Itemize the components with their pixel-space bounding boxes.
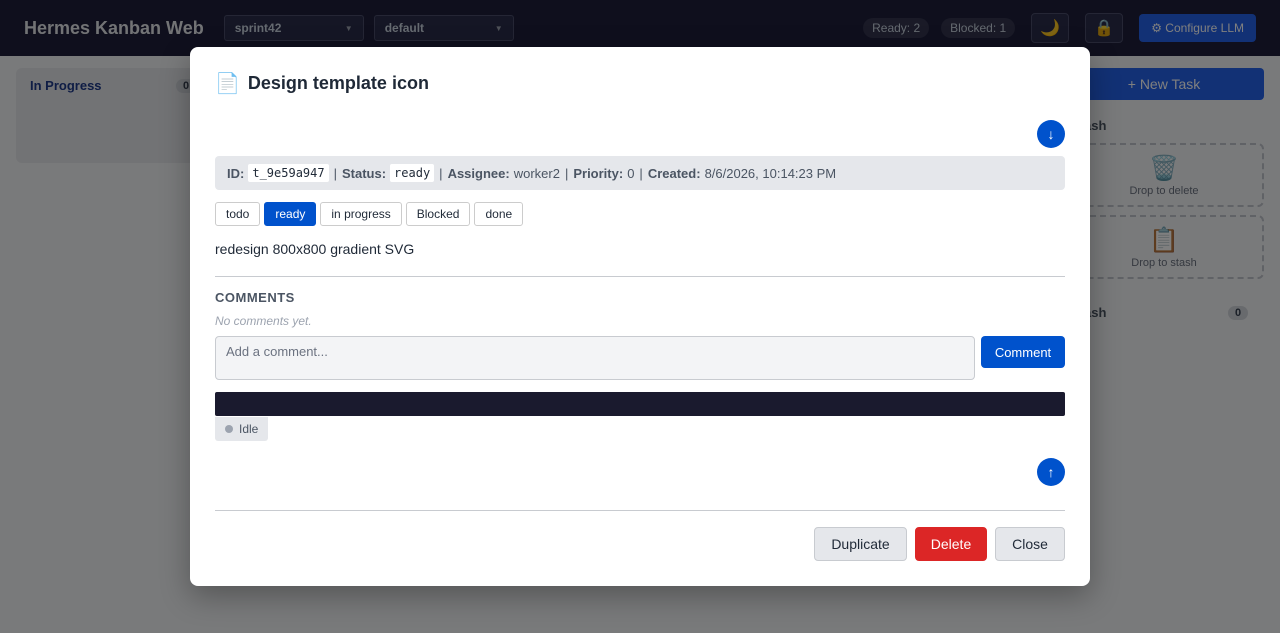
status-label: Status: <box>341 165 387 181</box>
status-dot-icon <box>225 425 233 433</box>
task-title: Design template icon <box>247 73 429 93</box>
scroll-up-button[interactable]: ↑ <box>1037 458 1065 486</box>
status-ready-button[interactable]: ready <box>264 202 317 226</box>
meta-separator: | <box>439 165 443 181</box>
no-comments-text: No comments yet. <box>215 314 312 328</box>
status-todo-button[interactable]: todo <box>215 202 261 226</box>
close-button[interactable]: Close <box>995 527 1065 561</box>
status-blocked-button[interactable]: Blocked <box>405 202 471 226</box>
agent-terminal <box>215 392 1065 416</box>
status-done-button[interactable]: done <box>474 202 524 226</box>
duplicate-button[interactable]: Duplicate <box>814 527 907 561</box>
created-label: Created: <box>647 165 701 181</box>
meta-separator: | <box>333 165 337 181</box>
agent-status-text: Idle <box>239 422 259 436</box>
task-description: redesign 800x800 gradient SVG <box>215 241 415 257</box>
task-assignee: worker2 <box>513 165 560 181</box>
scroll-down-button[interactable]: ↓ <box>1037 120 1065 148</box>
document-icon: 📄 <box>215 73 240 95</box>
comments-heading: COMMENTS <box>215 290 295 305</box>
submit-comment-button[interactable]: Comment <box>981 336 1065 368</box>
divider <box>215 276 1065 277</box>
status-in-progress-button[interactable]: in progress <box>320 202 402 226</box>
task-id: t_9e59a947 <box>248 164 329 182</box>
comment-input[interactable] <box>215 336 975 380</box>
meta-separator: | <box>639 165 643 181</box>
status-button-group: todo ready in progress Blocked done <box>215 202 527 226</box>
arrow-down-icon: ↓ <box>1047 126 1055 142</box>
assignee-label: Assignee: <box>447 165 510 181</box>
delete-button[interactable]: Delete <box>915 527 987 561</box>
task-detail-modal: 📄 Design template icon ↓ ID: t_9e59a947 … <box>190 47 1090 586</box>
meta-separator: | <box>564 165 569 181</box>
modal-title: 📄 Design template icon <box>215 71 429 96</box>
id-label: ID: <box>227 165 245 181</box>
divider <box>215 510 1065 511</box>
task-created: 8/6/2026, 10:14:23 PM <box>704 165 837 181</box>
priority-label: Priority: <box>573 165 624 181</box>
task-status: ready <box>390 164 435 182</box>
task-meta-bar: ID: t_9e59a947 | Status: ready | Assigne… <box>215 156 1065 190</box>
agent-status-badge: Idle <box>215 417 269 441</box>
task-priority: 0 <box>627 165 635 181</box>
arrow-up-icon: ↑ <box>1047 464 1055 480</box>
